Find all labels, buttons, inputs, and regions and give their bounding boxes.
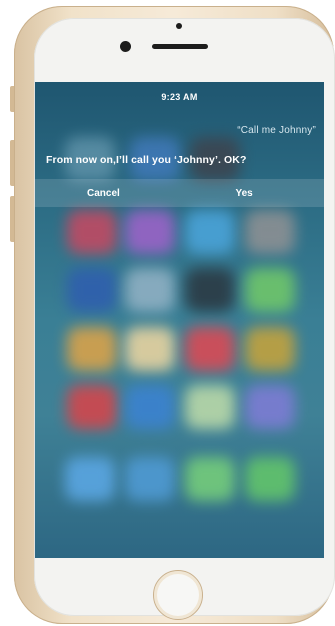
stage: 9:23 AM “Call me Johnny” From now on,I’l… xyxy=(0,0,335,626)
dock-icon xyxy=(245,457,295,501)
app-icon xyxy=(67,268,117,312)
app-icon xyxy=(245,268,295,312)
dock-icon xyxy=(65,457,115,501)
app-icon xyxy=(67,327,117,371)
app-icon xyxy=(125,327,175,371)
cancel-button[interactable]: Cancel xyxy=(35,179,176,207)
dock-icon xyxy=(185,457,235,501)
front-camera-icon xyxy=(120,41,131,52)
phone-screen: 9:23 AM “Call me Johnny” From now on,I’l… xyxy=(35,82,324,558)
siri-user-utterance: “Call me Johnny” xyxy=(237,125,316,136)
yes-button[interactable]: Yes xyxy=(176,179,325,207)
app-icon xyxy=(245,327,295,371)
app-icon xyxy=(67,210,117,254)
app-icon xyxy=(245,210,295,254)
app-icon xyxy=(125,268,175,312)
app-icon xyxy=(125,385,175,429)
app-icon xyxy=(245,385,295,429)
siri-response-text: From now on,I’ll call you ‘Johnny’. OK? xyxy=(46,154,247,166)
siri-action-bar: Cancel Yes xyxy=(35,179,324,207)
proximity-sensor-icon xyxy=(176,23,182,29)
home-button[interactable] xyxy=(153,570,203,620)
dock-icon xyxy=(125,457,175,501)
app-icon xyxy=(67,385,117,429)
app-icon xyxy=(185,385,235,429)
app-icon xyxy=(185,210,235,254)
app-icon xyxy=(185,327,235,371)
status-bar-time: 9:23 AM xyxy=(161,92,198,102)
app-icon xyxy=(125,210,175,254)
app-icon xyxy=(185,268,235,312)
earpiece-speaker-icon xyxy=(152,44,208,49)
